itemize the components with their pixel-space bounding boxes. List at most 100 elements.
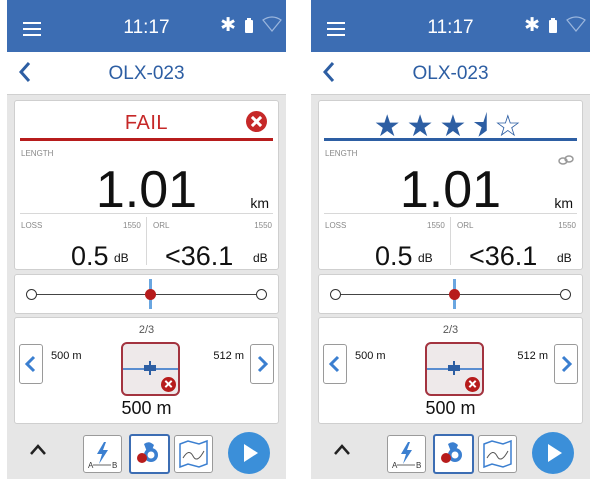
orl-unit: dB bbox=[557, 251, 572, 265]
collapse-caret-icon[interactable] bbox=[332, 442, 352, 456]
loss-label: LOSS bbox=[21, 221, 43, 230]
ab-test-button[interactable]: AB bbox=[387, 435, 426, 473]
prev-event-button[interactable] bbox=[323, 344, 347, 384]
event-distance: 500 m bbox=[121, 398, 172, 418]
chevron-left-icon bbox=[328, 355, 340, 373]
loss-wavelength: 1550 bbox=[123, 221, 141, 230]
map-view-icon bbox=[179, 439, 208, 469]
loss-wavelength: 1550 bbox=[427, 221, 445, 230]
bluetooth-icon: ✱ bbox=[220, 15, 236, 36]
slider-end bbox=[560, 289, 571, 300]
event-distance: 500 m bbox=[425, 398, 476, 418]
svg-text:A: A bbox=[88, 461, 94, 470]
verdict-underline bbox=[20, 138, 273, 141]
fail-x-icon bbox=[161, 377, 176, 392]
status-bar: 11:17 ✱ bbox=[311, 0, 590, 52]
svg-text:B: B bbox=[112, 461, 117, 470]
screen-rating: 11:17 ✱ OLX-023 ★★★⯨☆ LENGTH 1.01 km LOS… bbox=[311, 0, 590, 479]
bluetooth-icon: ✱ bbox=[524, 15, 540, 36]
screen-fail: 11:17 ✱ OLX-023 FAIL LENGTH 1.01 km LOSS… bbox=[7, 0, 286, 479]
orl-label: ORL bbox=[153, 221, 170, 230]
battery-icon bbox=[549, 18, 557, 33]
length-value: 1.01 bbox=[95, 161, 198, 219]
fail-x-icon bbox=[246, 111, 267, 132]
connector-fail-icon[interactable] bbox=[425, 342, 484, 396]
page-title: OLX-023 bbox=[108, 63, 185, 84]
loss-value: 0.5 bbox=[71, 241, 109, 271]
results-card: ★★★⯨☆ LENGTH 1.01 km LOSS 1550 ORL 1550 … bbox=[318, 100, 583, 271]
slider-start bbox=[26, 289, 37, 300]
next-event-button[interactable] bbox=[250, 344, 274, 384]
title-bar: OLX-023 bbox=[311, 52, 590, 95]
event-marker[interactable] bbox=[449, 289, 460, 300]
right-distance: 512 m bbox=[517, 350, 548, 362]
play-button[interactable] bbox=[228, 432, 270, 474]
left-distance: 500 m bbox=[51, 350, 82, 362]
play-button[interactable] bbox=[532, 432, 574, 474]
event-view-icon bbox=[441, 442, 462, 463]
title-bar: OLX-023 bbox=[7, 52, 286, 95]
left-distance: 500 m bbox=[355, 350, 386, 362]
slider-end bbox=[256, 289, 267, 300]
wifi-icon bbox=[566, 16, 586, 32]
next-event-button[interactable] bbox=[554, 344, 578, 384]
chevron-left-icon bbox=[24, 355, 36, 373]
orl-value: <36.1 bbox=[165, 241, 234, 271]
link-slider[interactable] bbox=[14, 274, 279, 314]
rating-underline bbox=[324, 138, 577, 141]
length-unit: km bbox=[554, 195, 573, 211]
connector-icon bbox=[448, 361, 460, 375]
loss-label: LOSS bbox=[325, 221, 347, 230]
page-title: OLX-023 bbox=[412, 63, 489, 84]
orl-value: <36.1 bbox=[469, 241, 538, 271]
battery-icon bbox=[245, 18, 253, 33]
event-card: 2/3 500 m 512 m 500 m bbox=[14, 317, 279, 424]
star-rating: ★★★⯨☆ bbox=[373, 110, 528, 143]
bottom-toolbar: AB bbox=[311, 428, 590, 479]
chevron-right-icon bbox=[257, 355, 269, 373]
orl-unit: dB bbox=[253, 251, 268, 265]
event-view-button[interactable] bbox=[129, 434, 170, 474]
collapse-caret-icon[interactable] bbox=[28, 442, 48, 456]
divider bbox=[146, 217, 147, 265]
divider bbox=[450, 217, 451, 265]
link-slider[interactable] bbox=[318, 274, 583, 314]
event-marker[interactable] bbox=[145, 289, 156, 300]
results-card: FAIL LENGTH 1.01 km LOSS 1550 ORL 1550 0… bbox=[14, 100, 279, 271]
fail-verdict: FAIL bbox=[124, 112, 169, 134]
divider bbox=[324, 213, 577, 214]
fail-x-icon bbox=[465, 377, 480, 392]
loss-unit: dB bbox=[418, 251, 433, 265]
event-index: 2/3 bbox=[138, 324, 155, 336]
orl-wavelength: 1550 bbox=[558, 221, 576, 230]
ab-test-icon: AB bbox=[88, 442, 117, 470]
bottom-toolbar: AB bbox=[7, 428, 286, 479]
event-index: 2/3 bbox=[442, 324, 459, 336]
slider-start bbox=[330, 289, 341, 300]
loss-value: 0.5 bbox=[375, 241, 413, 271]
connector-icon bbox=[144, 361, 156, 375]
wifi-icon bbox=[262, 16, 282, 32]
orl-wavelength: 1550 bbox=[254, 221, 272, 230]
right-distance: 512 m bbox=[213, 350, 244, 362]
map-view-button[interactable] bbox=[478, 435, 517, 473]
loss-unit: dB bbox=[114, 251, 129, 265]
chevron-right-icon bbox=[561, 355, 573, 373]
divider bbox=[20, 213, 273, 214]
status-bar: 11:17 ✱ bbox=[7, 0, 286, 52]
map-view-button[interactable] bbox=[174, 435, 213, 473]
connector-fail-icon[interactable] bbox=[121, 342, 180, 396]
prev-event-button[interactable] bbox=[19, 344, 43, 384]
event-view-icon bbox=[137, 442, 158, 463]
length-value: 1.01 bbox=[399, 161, 502, 219]
length-label: LENGTH bbox=[21, 149, 54, 158]
map-view-icon bbox=[483, 439, 512, 469]
ab-test-icon: AB bbox=[392, 442, 421, 470]
ab-test-button[interactable]: AB bbox=[83, 435, 122, 473]
orl-label: ORL bbox=[457, 221, 474, 230]
length-label: LENGTH bbox=[325, 149, 358, 158]
event-card: 2/3 500 m 512 m 500 m bbox=[318, 317, 583, 424]
svg-text:B: B bbox=[416, 461, 421, 470]
event-view-button[interactable] bbox=[433, 434, 474, 474]
svg-text:A: A bbox=[392, 461, 398, 470]
